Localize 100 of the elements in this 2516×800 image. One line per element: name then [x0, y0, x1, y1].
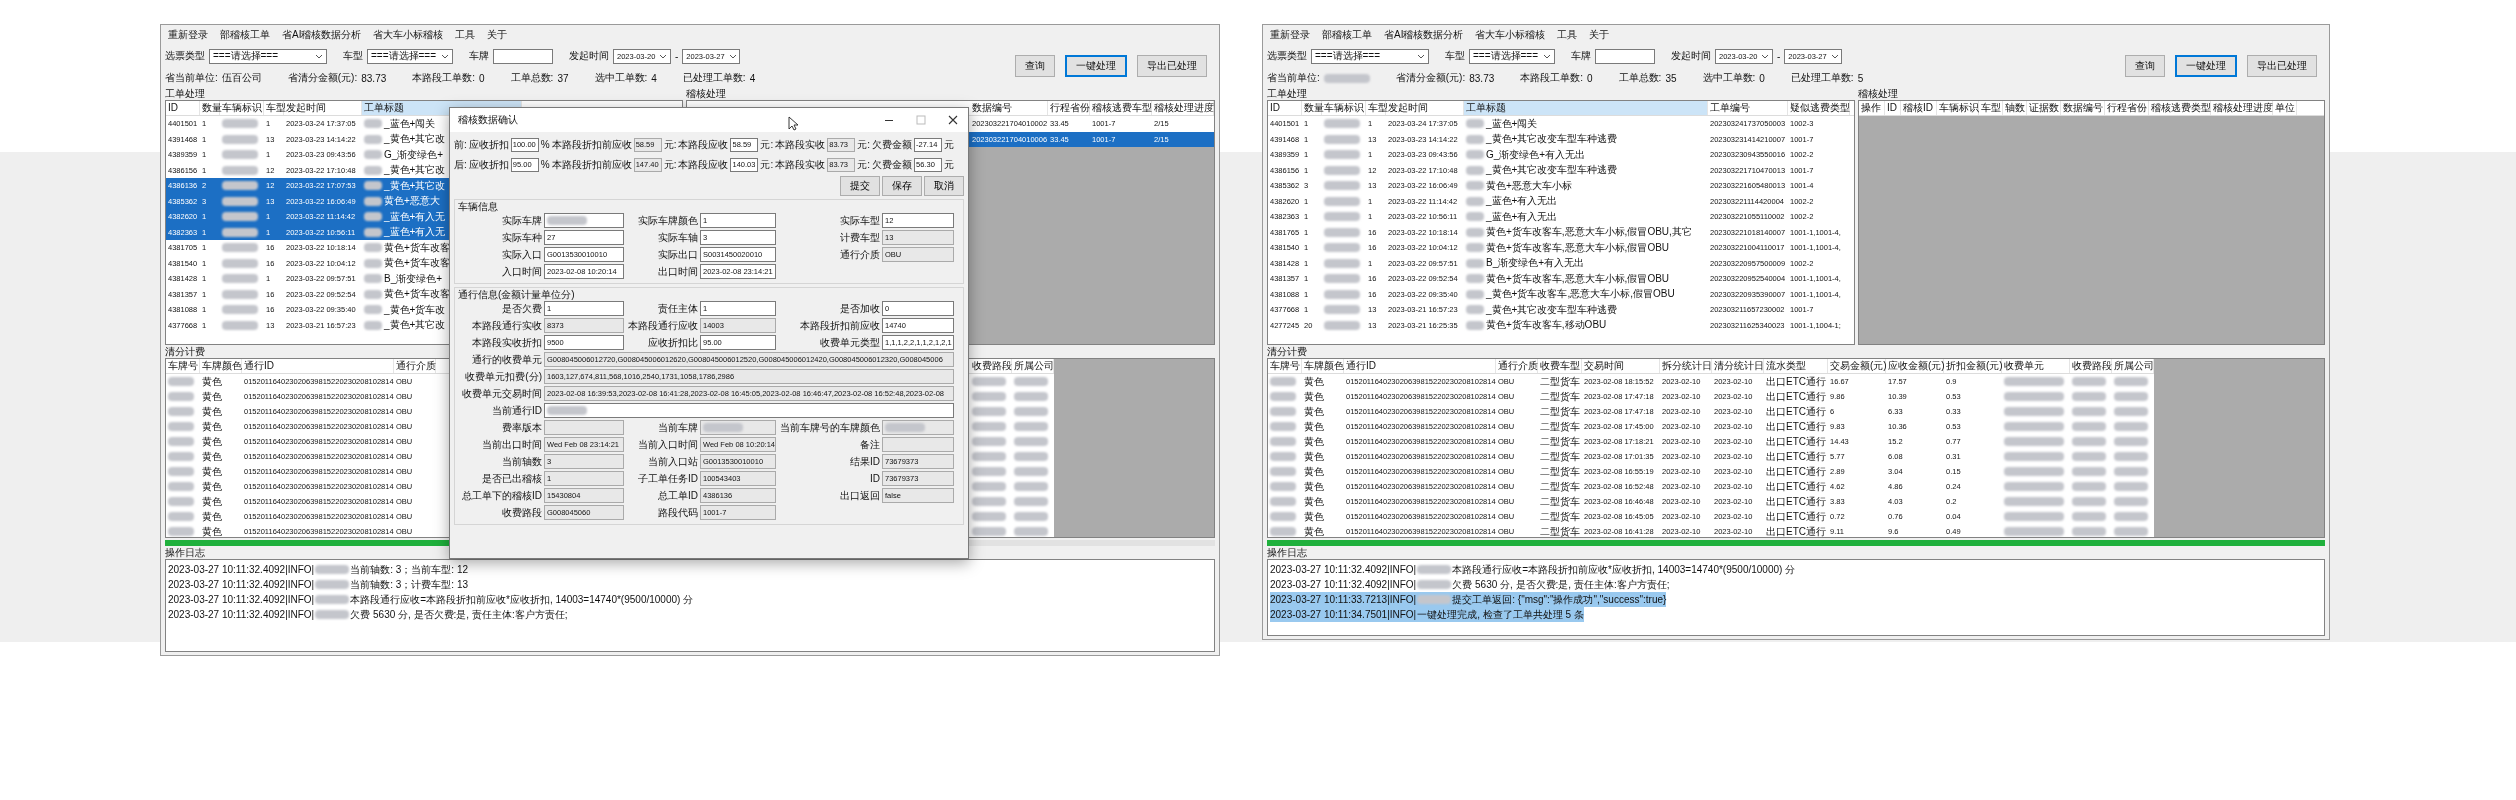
- field-label: 收费单元类型: [820, 335, 880, 350]
- filter-label: 发起时间: [1671, 49, 1711, 63]
- stat-label: 选中工单数:: [594, 71, 648, 85]
- log-message: 欠费 5630 分, 是否欠费:是, 责任主体:客户方责任;: [1452, 577, 1670, 592]
- table-cell-text: 出口ETC通行: [1765, 449, 1827, 464]
- section-title: 清分计费: [165, 345, 205, 358]
- table-cell-text: 二型货车: [1539, 449, 1581, 464]
- amount-label: 欠费金额: [872, 157, 913, 172]
- field-label: 是否已出稽核: [482, 471, 542, 486]
- field-label: 当前通行ID: [492, 403, 542, 418]
- group-title: 通行信息(金额计量单位分): [458, 288, 575, 301]
- field-label: 结果ID: [850, 454, 880, 469]
- unit-label: 元:: [760, 137, 774, 152]
- log-prefix: 2023-03-27 10:11:32.4092|INFO|: [1270, 564, 1417, 575]
- table-cell-text: 黄色: [1303, 494, 1325, 509]
- table-cell-text: 二型货车: [1539, 524, 1581, 537]
- stat-label: 省清分金额(元):: [287, 71, 358, 85]
- table-cell: 黄色+恶意大车小标: [1486, 178, 1572, 193]
- table-cell: _蓝色+有入无: [384, 209, 446, 224]
- table-cell-text: 黄色: [1303, 389, 1325, 404]
- date-separator: -: [675, 50, 679, 62]
- field-label: 收费路段: [502, 505, 542, 520]
- table-cell-text: 黄色: [1303, 524, 1325, 537]
- table-cell-text: 黄色: [1303, 434, 1325, 449]
- filter-label: 车型: [1445, 49, 1465, 63]
- stat-value: 0: [1587, 72, 1593, 84]
- field-label: ID: [870, 473, 880, 484]
- amount-label: 欠费金额: [872, 137, 913, 152]
- table-cell-text: 二型货车: [1539, 374, 1581, 389]
- field-label: 当前入口时间: [638, 437, 698, 452]
- field-label: 本路段实收折扣: [472, 335, 542, 350]
- table-cell: 黄色+货车改客: [384, 256, 450, 271]
- filter-label: 车型: [343, 49, 363, 63]
- table-cell-text: 出口ETC通行: [1765, 494, 1827, 509]
- table-cell: _蓝色+闯关: [384, 116, 436, 131]
- field-label: 本路段通行实收: [472, 318, 542, 333]
- field-label: 备注: [860, 437, 880, 452]
- section-title: 工单处理: [1267, 87, 1307, 100]
- table-cell-text: 黄色: [201, 389, 223, 404]
- table-cell: _黄色+其它改变车型车种逃费: [1486, 132, 1618, 147]
- table-cell-text: 二型货车: [1539, 479, 1581, 494]
- stat-value: 4: [651, 72, 657, 84]
- filter-label: 选票类型: [165, 49, 205, 63]
- stat-value: 83.73: [361, 72, 387, 84]
- table-cell: 黄色+恶意大: [384, 194, 440, 209]
- table-cell-text: 黄色: [201, 374, 223, 389]
- field-label: 费率版本: [502, 420, 542, 435]
- table-cell: _黄色+其它改: [384, 318, 446, 333]
- table-cell-text: 黄色: [1303, 509, 1325, 524]
- stat-label: 选中工单数:: [1702, 71, 1756, 85]
- table-cell: _黄色+其它改变车型车种逃费: [1486, 302, 1618, 317]
- table-cell: _黄色+货车改: [384, 302, 446, 317]
- table-cell: _蓝色+闯关: [1486, 116, 1538, 131]
- stat-value: 伍百公司: [221, 71, 262, 85]
- table-cell: G_渐变绿色+: [384, 147, 444, 162]
- log-message: 一键处理完成, 检查了工单共处理 5 条: [1417, 607, 1584, 622]
- section-title: 工单处理: [165, 87, 205, 100]
- table-cell-text: 出口ETC通行: [1765, 509, 1827, 524]
- unit-label: 元: [944, 157, 955, 172]
- section-title: 稽核处理: [1858, 87, 1898, 100]
- section-title: 操作日志: [165, 546, 205, 559]
- table-cell-text: 出口ETC通行: [1765, 404, 1827, 419]
- table-cell-text: 二型货车: [1539, 434, 1581, 449]
- table-cell: _黄色+其它改变车型车种逃费: [1486, 163, 1618, 178]
- stat-label: 工单总数:: [1618, 71, 1662, 85]
- table-cell: 黄色+货车改客车,恶意大车小标,假冒OBU: [1486, 240, 1670, 255]
- stat-label: 省清分金额(元):: [1395, 71, 1466, 85]
- table-cell: 黄色+货车改客: [384, 287, 450, 302]
- table-cell: 黄色+货车改客车,恶意大车小标,假冒OBU,其它: [1486, 225, 1692, 240]
- log-prefix: 2023-03-27 10:11:32.4092|INFO|: [1270, 579, 1417, 590]
- table-cell: 黄色+货车改客: [384, 240, 450, 255]
- log-prefix: 2023-03-27 10:11:32.4092|INFO|: [168, 609, 315, 620]
- table-cell-text: 黄色: [201, 449, 223, 464]
- table-cell: _蓝色+有入无出: [1486, 209, 1558, 224]
- table-cell: _黄色+其它改: [384, 132, 446, 147]
- stat-value: 35: [1665, 72, 1677, 84]
- amount-label: 本路段实收: [775, 157, 826, 172]
- table-cell-text: 出口ETC通行: [1765, 464, 1827, 479]
- table-cell: _蓝色+有入无: [384, 225, 446, 240]
- table-cell: B_渐变绿色+: [384, 271, 443, 286]
- stat-value: 0: [1759, 72, 1765, 84]
- table-cell-text: 黄色: [1303, 479, 1325, 494]
- stat-label: 已处理工单数:: [682, 71, 746, 85]
- table-cell: _蓝色+有入无出: [1486, 194, 1558, 209]
- table-cell-text: 黄色: [1303, 419, 1325, 434]
- stat-value: 83.73: [1469, 72, 1495, 84]
- stat-value: 5: [1857, 72, 1864, 84]
- table-cell-text: 黄色: [201, 509, 223, 524]
- table-cell: 黄色+货车改客车,移动OBU: [1486, 318, 1607, 333]
- log-prefix: 2023-03-27 10:11:32.4092|INFO|: [168, 594, 315, 605]
- field-label: 通行介质: [840, 247, 880, 262]
- unit-label: %: [540, 139, 550, 150]
- table-cell-text: 黄色: [201, 524, 223, 537]
- field-label: 实际车型: [840, 213, 880, 228]
- section-title: 稽核处理: [686, 87, 726, 100]
- log-message: 提交工单返回: {"msg":"操作成功","success":true}: [1452, 592, 1667, 607]
- stat-label: 本路段工单数:: [412, 71, 476, 85]
- log-prefix: 2023-03-27 10:11:33.7213|INFO|: [1270, 594, 1417, 605]
- table-cell-text: 出口ETC通行: [1765, 419, 1827, 434]
- field-label: 收费单元扣费(分): [465, 369, 542, 384]
